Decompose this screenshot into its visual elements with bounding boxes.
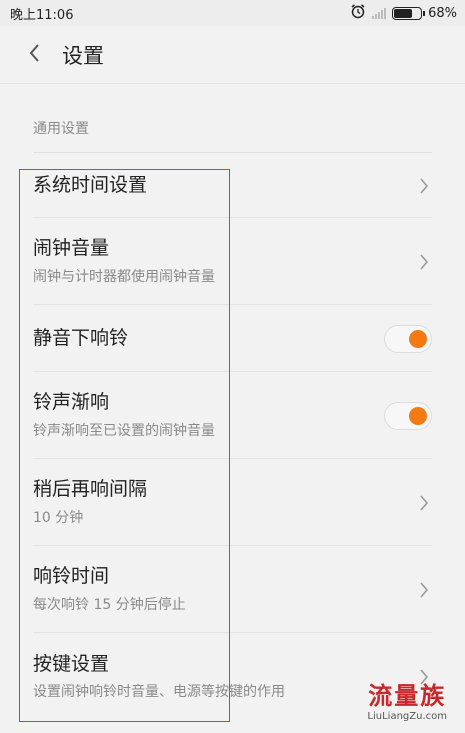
settings-list: 系统时间设置 闹钟音量 闹钟与计时器都使用闹钟音量 静音下响铃 铃声渐响 铃声渐… bbox=[0, 153, 465, 721]
status-bar: 晚上11:06 68% bbox=[0, 0, 465, 26]
setting-title: 按键设置 bbox=[33, 652, 110, 675]
title-bar: 设置 bbox=[0, 26, 465, 84]
setting-subtitle: 每次响铃 15 分钟后停止 bbox=[33, 596, 186, 613]
setting-row-system-time[interactable]: 系统时间设置 bbox=[0, 153, 465, 218]
setting-row-gradual-ring[interactable]: 铃声渐响 铃声渐响至已设置的闹钟音量 bbox=[0, 372, 465, 459]
setting-subtitle: 设置闹钟响铃时音量、电源等按键的作用 bbox=[33, 684, 285, 701]
status-time: 晚上11:06 bbox=[10, 7, 74, 23]
alarm-clock-icon bbox=[350, 3, 366, 23]
section-header: 通用设置 bbox=[33, 121, 89, 137]
ring-when-silent-toggle[interactable] bbox=[384, 324, 432, 353]
setting-title: 响铃时间 bbox=[33, 565, 110, 588]
battery-icon bbox=[392, 6, 426, 20]
setting-row-ring-duration[interactable]: 响铃时间 每次响铃 15 分钟后停止 bbox=[0, 546, 465, 633]
setting-subtitle: 铃声渐响至已设置的闹钟音量 bbox=[33, 422, 215, 439]
chevron-right-icon bbox=[416, 491, 432, 515]
chevron-right-icon bbox=[416, 578, 432, 602]
watermark-logo-text: 流量族 bbox=[368, 681, 447, 710]
status-icons: 68% bbox=[350, 3, 457, 23]
setting-title: 闹钟音量 bbox=[33, 237, 110, 260]
gradual-ring-toggle[interactable] bbox=[384, 401, 432, 430]
battery-level-fill bbox=[394, 8, 412, 18]
signal-icon bbox=[372, 7, 387, 19]
setting-row-ring-when-silent[interactable]: 静音下响铃 bbox=[0, 305, 465, 372]
battery-percent: 68% bbox=[428, 5, 457, 21]
setting-row-alarm-volume[interactable]: 闹钟音量 闹钟与计时器都使用闹钟音量 bbox=[0, 218, 465, 305]
watermark-url: LiuLiangZu.com bbox=[367, 711, 447, 722]
page-title: 设置 bbox=[62, 43, 104, 68]
watermark: 流量族 LiuLiangZu.com bbox=[367, 676, 447, 722]
setting-title: 静音下响铃 bbox=[33, 327, 129, 350]
chevron-left-icon bbox=[27, 42, 41, 68]
setting-title: 稍后再响间隔 bbox=[33, 478, 148, 501]
setting-subtitle: 10 分钟 bbox=[33, 509, 84, 526]
setting-subtitle: 闹钟与计时器都使用闹钟音量 bbox=[33, 268, 215, 285]
setting-title: 铃声渐响 bbox=[33, 391, 110, 414]
chevron-right-icon bbox=[416, 250, 432, 274]
chevron-right-icon bbox=[416, 174, 432, 198]
setting-row-snooze-interval[interactable]: 稍后再响间隔 10 分钟 bbox=[0, 459, 465, 546]
setting-title: 系统时间设置 bbox=[33, 174, 148, 197]
back-button[interactable] bbox=[12, 33, 56, 77]
